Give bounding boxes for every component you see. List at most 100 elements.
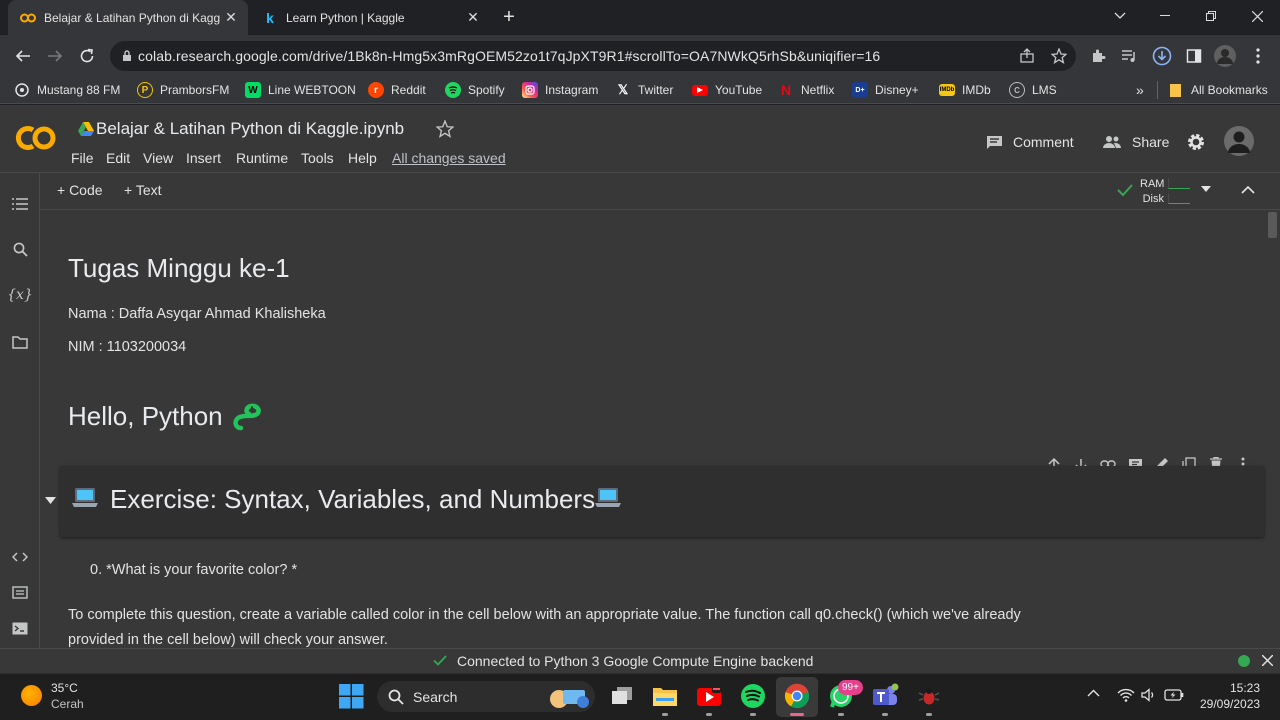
spotify-app-icon[interactable] xyxy=(738,681,768,711)
menu-file[interactable]: File xyxy=(71,150,94,166)
tab-search-icon[interactable] xyxy=(1097,0,1143,32)
browser-menu-icon[interactable] xyxy=(1243,41,1273,71)
variables-icon[interactable]: {x} xyxy=(7,283,33,307)
share-button[interactable]: Share xyxy=(1102,128,1169,156)
files-folder-icon[interactable] xyxy=(8,330,32,354)
volume-icon[interactable] xyxy=(1141,688,1157,702)
connection-dot xyxy=(1238,655,1250,667)
lms-icon: C xyxy=(1009,82,1025,98)
laptop-emoji-icon xyxy=(595,487,621,509)
forward-icon[interactable] xyxy=(40,41,70,71)
new-tab-button[interactable]: + xyxy=(498,6,520,28)
chrome-app-icon[interactable] xyxy=(782,681,812,711)
profile-avatar[interactable] xyxy=(1210,41,1240,71)
extensions-icon[interactable] xyxy=(1083,41,1113,71)
weather-temp[interactable]: 35°C xyxy=(51,681,78,695)
side-panel-icon[interactable] xyxy=(1179,41,1209,71)
wifi-icon[interactable] xyxy=(1117,688,1135,702)
scrollbar-thumb[interactable] xyxy=(1268,212,1277,238)
bookmark-spotify[interactable]: Spotify xyxy=(445,80,505,100)
runtime-dropdown-icon[interactable] xyxy=(1201,186,1211,192)
close-tab-icon[interactable]: ✕ xyxy=(462,7,484,29)
media-control-icon[interactable] xyxy=(1114,41,1144,71)
all-bookmarks-button[interactable]: All Bookmarks xyxy=(1168,80,1268,100)
clock-time[interactable]: 15:23 xyxy=(1230,681,1260,695)
notebook-title[interactable]: Belajar & Latihan Python di Kaggle.ipynb xyxy=(96,119,404,139)
bookmarks-overflow-button[interactable]: » xyxy=(1136,80,1144,100)
site-info-icon[interactable] xyxy=(110,50,138,62)
bookmark-webtoon[interactable]: W Line WEBTOON xyxy=(245,80,356,100)
youtube-app-icon[interactable] xyxy=(694,681,724,711)
menu-view[interactable]: View xyxy=(143,150,173,166)
minimize-button[interactable] xyxy=(1142,0,1188,32)
close-status-icon[interactable] xyxy=(1262,655,1273,666)
menu-tools[interactable]: Tools xyxy=(301,150,334,166)
star-notebook-icon[interactable] xyxy=(436,120,454,138)
clock-date[interactable]: 29/09/2023 xyxy=(1200,697,1260,711)
bookmark-prambors[interactable]: P PramborsFM xyxy=(137,80,229,100)
bookmark-star-icon[interactable] xyxy=(1042,48,1076,64)
bug-app-icon[interactable] xyxy=(914,681,944,711)
running-indicator xyxy=(882,713,888,716)
weather-desc[interactable]: Cerah xyxy=(51,697,84,711)
tab-colab[interactable]: Belajar & Latihan Python di Kaggle.ipynb… xyxy=(8,0,248,35)
bookmark-youtube[interactable]: YouTube xyxy=(692,80,762,100)
bookmark-twitter[interactable]: 𝕏 Twitter xyxy=(615,80,674,100)
sun-weather-icon[interactable] xyxy=(21,685,42,706)
task-view-icon[interactable] xyxy=(607,681,637,711)
disk-meter[interactable] xyxy=(1168,193,1190,204)
tab-title: Belajar & Latihan Python di Kaggle.ipynb xyxy=(44,10,220,25)
code-snippets-icon[interactable] xyxy=(8,545,32,569)
webtoon-icon: W xyxy=(245,82,261,98)
running-indicator xyxy=(662,713,668,716)
settings-gear-icon[interactable] xyxy=(1186,132,1206,152)
search-icon xyxy=(388,689,404,705)
tab-kaggle[interactable]: k Learn Python | Kaggle ✕ xyxy=(250,0,490,35)
windows-start-icon[interactable] xyxy=(339,684,364,709)
battery-charging-icon[interactable] xyxy=(1164,689,1184,701)
restore-button[interactable] xyxy=(1188,0,1234,32)
teams-app-icon[interactable] xyxy=(870,681,900,711)
reload-icon[interactable] xyxy=(72,41,102,71)
bookmark-lms[interactable]: C LMS xyxy=(1009,80,1057,100)
bookmark-mustang[interactable]: Mustang 88 FM xyxy=(14,80,120,100)
file-explorer-icon[interactable] xyxy=(650,681,680,711)
youtube-icon xyxy=(692,84,708,96)
taskbar-search[interactable]: Search xyxy=(377,681,595,712)
bookmark-netflix[interactable]: N Netflix xyxy=(778,80,834,100)
add-text-button[interactable]: + Text xyxy=(124,182,162,198)
kaggle-favicon-icon: k xyxy=(266,9,274,26)
running-indicator xyxy=(706,713,712,716)
save-status-link[interactable]: All changes saved xyxy=(392,150,506,166)
colab-logo-icon[interactable] xyxy=(14,124,58,152)
share-page-icon[interactable] xyxy=(1012,48,1042,64)
close-window-button[interactable] xyxy=(1234,0,1280,32)
back-icon[interactable] xyxy=(8,41,38,71)
account-avatar[interactable] xyxy=(1224,126,1254,156)
comment-icon xyxy=(986,135,1003,150)
table-of-contents-icon[interactable] xyxy=(8,192,32,216)
close-tab-icon[interactable]: ✕ xyxy=(220,7,242,29)
running-indicator xyxy=(838,713,844,716)
search-icon[interactable] xyxy=(8,237,32,261)
disney-icon: D+ xyxy=(852,82,868,98)
menu-insert[interactable]: Insert xyxy=(186,150,221,166)
command-palette-icon[interactable] xyxy=(8,580,32,604)
bookmark-disney[interactable]: D+ Disney+ xyxy=(852,80,919,100)
collapse-header-icon[interactable] xyxy=(1241,185,1255,194)
menu-help[interactable]: Help xyxy=(348,150,377,166)
bookmark-instagram[interactable]: Instagram xyxy=(522,80,598,100)
ram-meter[interactable] xyxy=(1168,178,1190,189)
laptop-emoji-icon xyxy=(72,487,98,509)
address-bar[interactable]: colab.research.google.com/drive/1Bk8n-Hm… xyxy=(110,41,1076,71)
terminal-icon[interactable] xyxy=(8,616,32,640)
menu-runtime[interactable]: Runtime xyxy=(236,150,288,166)
menu-edit[interactable]: Edit xyxy=(106,150,130,166)
show-hidden-icons-icon[interactable] xyxy=(1087,689,1100,697)
bookmark-imdb[interactable]: IMDb IMDb xyxy=(939,80,991,100)
comment-button[interactable]: Comment xyxy=(986,128,1074,156)
add-code-button[interactable]: + Code xyxy=(57,182,103,198)
collapse-section-icon[interactable] xyxy=(45,497,56,504)
bookmark-reddit[interactable]: r Reddit xyxy=(368,80,426,100)
download-icon[interactable] xyxy=(1147,41,1177,71)
